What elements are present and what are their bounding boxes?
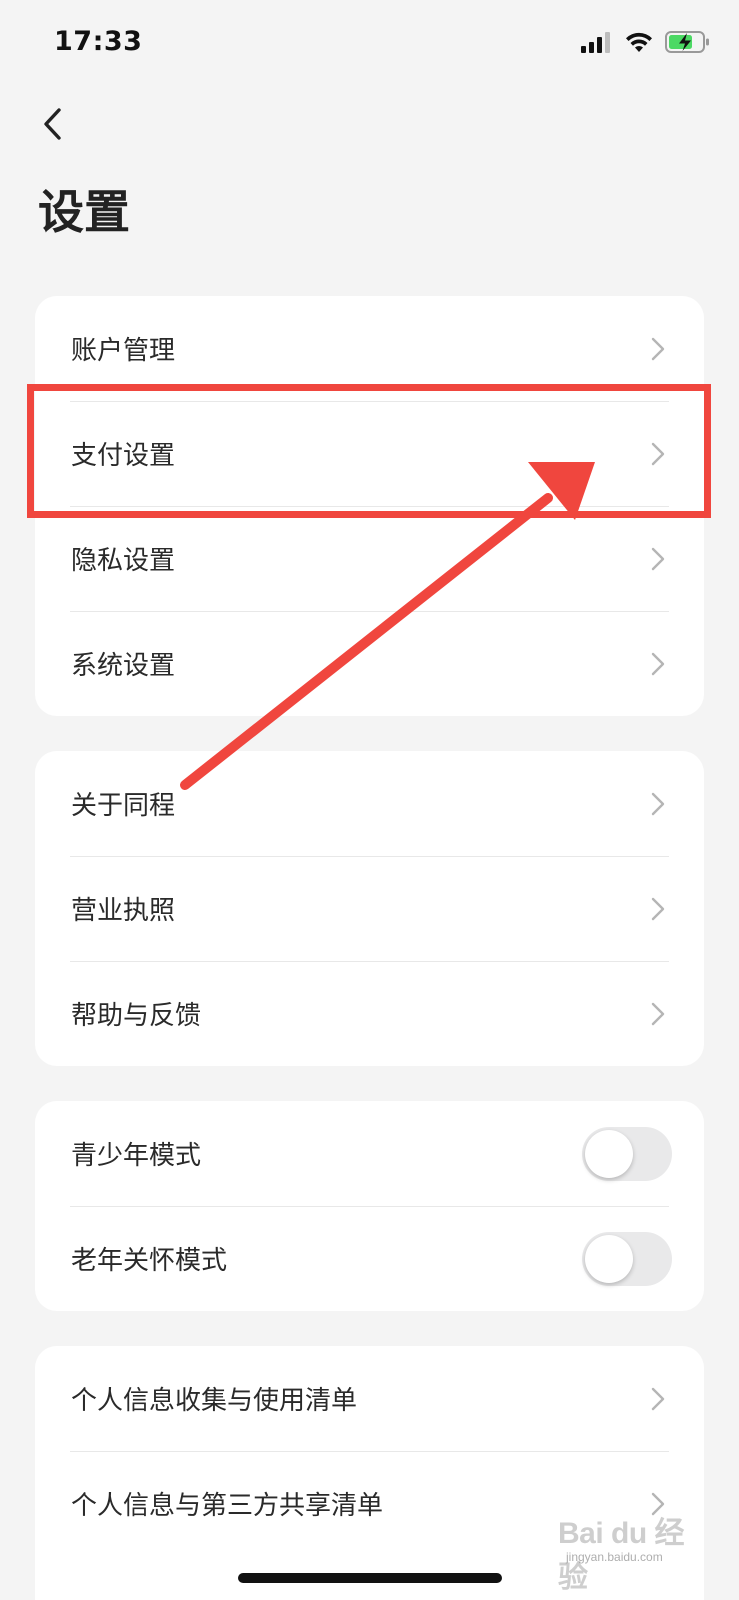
back-button[interactable] [30,100,74,148]
chevron-right-icon [651,652,665,675]
row-elder-care-mode: 老年关怀模式 [35,1206,704,1311]
row-label: 个人信息与第三方共享清单 [71,1491,384,1521]
chevron-right-icon [651,1002,665,1025]
settings-group-privacy-lists: 个人信息收集与使用清单 个人信息与第三方共享清单 [35,1346,704,1600]
chevron-right-icon [651,792,665,815]
toggle-knob [585,1129,633,1178]
row-label: 账户管理 [71,336,176,366]
chevron-right-icon [651,337,665,360]
row-help-feedback[interactable]: 帮助与反馈 [35,961,704,1066]
row-label: 支付设置 [71,441,176,471]
chevron-right-icon [651,442,665,465]
settings-group-about: 关于同程 营业执照 帮助与反馈 [35,751,704,1066]
status-icons [581,30,711,54]
row-payment-settings[interactable]: 支付设置 [35,401,704,506]
toggle-knob [585,1234,633,1283]
signal-icon [581,32,610,53]
settings-group-modes: 青少年模式 老年关怀模式 [35,1101,704,1311]
chevron-right-icon [651,547,665,570]
chevron-right-icon [651,1387,665,1410]
row-label: 青少年模式 [71,1141,202,1171]
settings-group-account: 账户管理 支付设置 隐私设置 系统设置 [35,296,704,716]
chevron-left-icon [44,108,61,140]
row-label: 老年关怀模式 [71,1246,228,1276]
row-account-management[interactable]: 账户管理 [35,296,704,401]
row-teen-mode: 青少年模式 [35,1101,704,1206]
chevron-right-icon [651,1492,665,1515]
home-indicator [238,1573,502,1583]
battery-charging-icon [665,31,709,53]
status-bar: 17:33 [0,0,739,90]
row-about-tongcheng[interactable]: 关于同程 [35,751,704,856]
row-label: 关于同程 [71,791,176,821]
chevron-right-icon [651,897,665,920]
status-time: 17:33 [54,26,143,57]
teen-mode-toggle[interactable] [582,1126,672,1181]
row-label: 帮助与反馈 [71,1001,202,1031]
wifi-icon [626,32,652,52]
row-label: 个人信息收集与使用清单 [71,1386,358,1416]
row-personal-info-collection-list[interactable]: 个人信息收集与使用清单 [35,1346,704,1451]
row-label: 系统设置 [71,651,176,681]
row-business-license[interactable]: 营业执照 [35,856,704,961]
page-title: 设置 [38,185,130,239]
row-label: 营业执照 [71,896,176,926]
elder-care-mode-toggle[interactable] [582,1231,672,1286]
row-privacy-settings[interactable]: 隐私设置 [35,506,704,611]
row-third-party-sharing-list[interactable]: 个人信息与第三方共享清单 [35,1451,704,1556]
row-label: 隐私设置 [71,546,176,576]
row-system-settings[interactable]: 系统设置 [35,611,704,716]
